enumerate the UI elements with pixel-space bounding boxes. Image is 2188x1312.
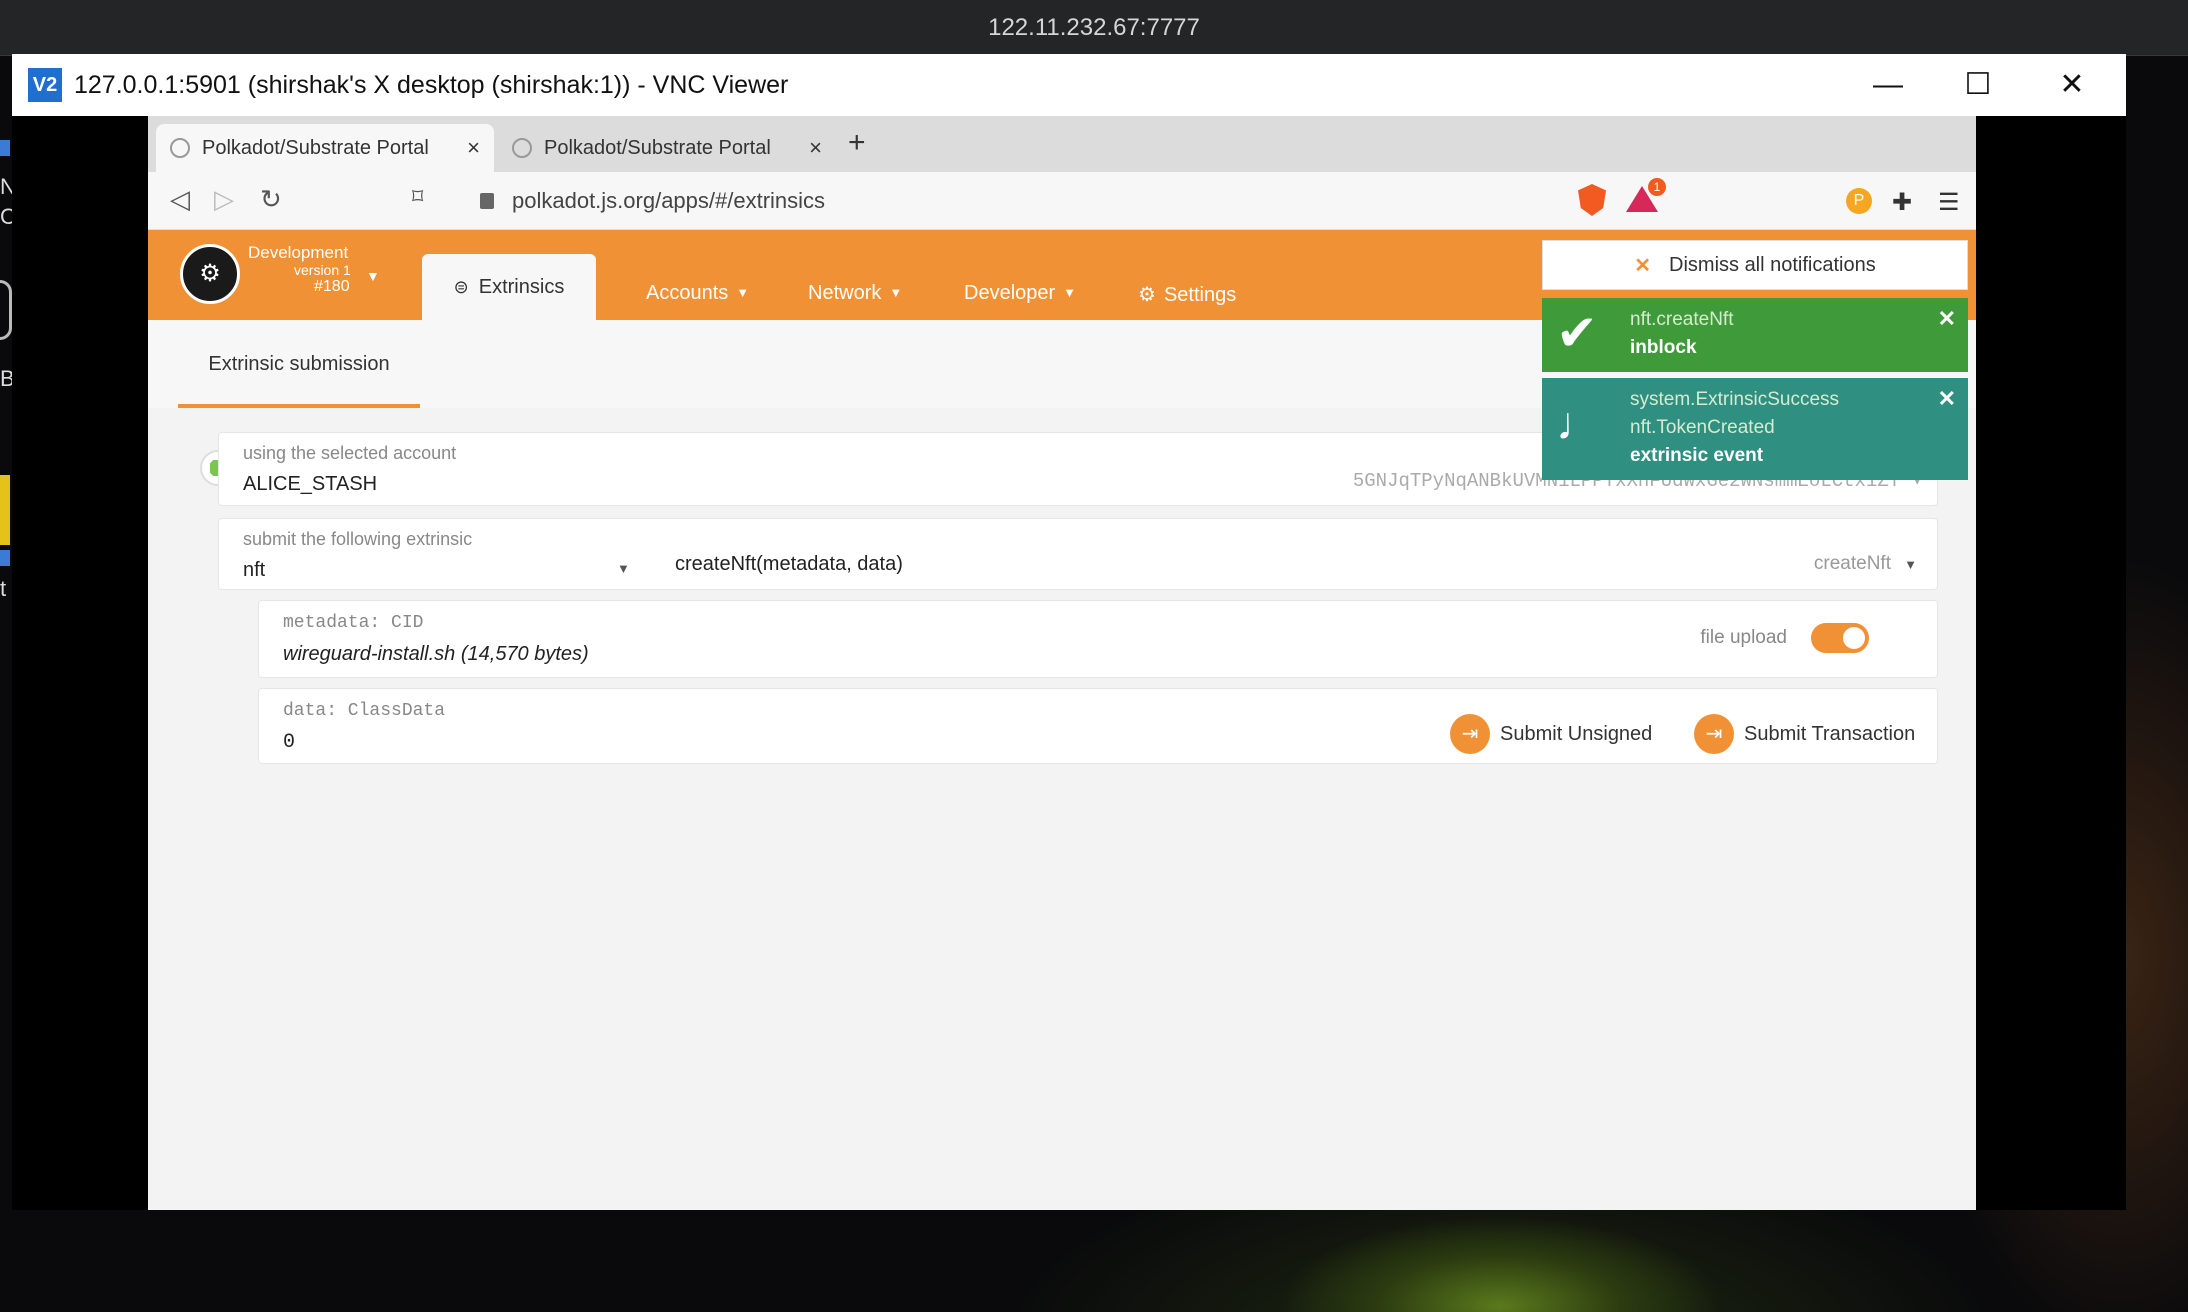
call-signature: createNft(metadata, data)	[675, 553, 903, 575]
chevron-down-icon: ▼	[889, 285, 903, 300]
submit-transaction-button[interactable]: ⇥ Submit Transaction	[1694, 714, 1915, 754]
nav-settings-label: Settings	[1163, 284, 1237, 306]
desktop-title: 122.11.232.67:7777	[988, 14, 1200, 41]
chevron-down-icon[interactable]: ▼	[366, 268, 380, 284]
module-value: nft	[243, 559, 266, 581]
notification-status: extrinsic event	[1630, 445, 1764, 466]
module-dropdown[interactable]: nft ▼	[219, 519, 639, 591]
notification-title: system.ExtrinsicSuccess	[1630, 389, 1840, 410]
chain-logo-icon[interactable]: ⚙	[180, 244, 240, 304]
new-tab-button[interactable]: +	[848, 126, 866, 160]
nav-network[interactable]: Network ▼	[808, 282, 902, 305]
check-icon: ✔	[1556, 305, 1598, 361]
sign-in-icon: ⇥	[1694, 714, 1734, 754]
nav-network-label: Network	[808, 282, 882, 304]
submit-unsigned-label: Submit Unsigned	[1500, 722, 1653, 745]
notification-inblock: ✔ nft.createNft inblock ✕	[1542, 298, 1968, 372]
vnc-titlebar[interactable]: V2 127.0.0.1:5901 (shirshak's X desktop …	[12, 54, 2126, 116]
metadata-file[interactable]: wireguard-install.sh (14,570 bytes)	[283, 643, 589, 666]
metadata-label: metadata: CID	[283, 613, 424, 633]
notification-subtitle: nft.TokenCreated	[1630, 417, 1775, 438]
dismiss-all-notifications-button[interactable]: ✕ Dismiss all notifications	[1542, 240, 1968, 290]
desktop-left-edge: N C B t	[0, 130, 16, 601]
bookmark-icon[interactable]: ⌑	[412, 184, 423, 210]
lock-icon	[480, 193, 494, 209]
vnc-window-title: 127.0.0.1:5901 (shirshak's X desktop (sh…	[74, 70, 789, 99]
extrinsic-selector: submit the following extrinsic nft ▼ cre…	[218, 518, 1938, 590]
dismiss-label: Dismiss all notifications	[1669, 253, 1876, 276]
submit-transaction-label: Submit Transaction	[1744, 722, 1916, 745]
chevron-down-icon: ▼	[617, 561, 630, 576]
submit-unsigned-button[interactable]: ⇥ Submit Unsigned	[1450, 714, 1652, 754]
extrinsics-icon: ⊜	[453, 276, 469, 297]
data-label: data: ClassData	[283, 701, 446, 721]
reload-icon[interactable]: ↻	[260, 184, 282, 215]
close-window-button[interactable]: ✕	[2026, 54, 2118, 116]
ear-icon: ♩	[1556, 397, 1602, 449]
puzzle-icon[interactable]: ✚	[1892, 188, 1918, 216]
chevron-down-icon: ▼	[736, 285, 750, 300]
close-icon[interactable]: ✕	[1938, 306, 1956, 332]
metadata-param: metadata: CID wireguard-install.sh (14,5…	[258, 600, 1938, 678]
sign-in-icon: ⇥	[1450, 714, 1490, 754]
chain-block: #180	[314, 278, 350, 296]
account-name: ALICE_STASH	[243, 473, 378, 495]
brave-shield-icon[interactable]	[1578, 184, 1606, 216]
chain-info[interactable]: Development version 1 #180	[248, 243, 351, 296]
data-param: data: ClassData 0	[258, 688, 1938, 764]
menu-icon[interactable]: ☰	[1938, 188, 1964, 216]
desktop-icon[interactable]	[0, 140, 10, 156]
nav-developer[interactable]: Developer ▼	[964, 282, 1076, 305]
tab-extrinsics-label: Extrinsics	[478, 275, 565, 298]
call-dropdown[interactable]: createNft(metadata, data) createNft ▼	[649, 519, 1935, 591]
polkadot-favicon-icon	[512, 138, 532, 158]
back-icon[interactable]: ◁	[170, 184, 190, 215]
notification-status: inblock	[1630, 337, 1697, 358]
url-text: polkadot.js.org/apps/#/extrinsics	[512, 188, 826, 213]
close-tab-icon[interactable]: ×	[809, 135, 822, 161]
tab-label: Polkadot/Substrate Portal	[202, 136, 429, 159]
browser-tab-bar: Polkadot/Substrate Portal × Polkadot/Sub…	[148, 116, 1976, 172]
nav-developer-label: Developer	[964, 282, 1056, 304]
desktop-icon[interactable]	[0, 280, 12, 340]
nav-settings[interactable]: ⚙ Settings	[1138, 282, 1236, 307]
close-icon: ✕	[1634, 254, 1652, 277]
method-name: createNft	[1813, 553, 1891, 574]
vnc-logo-icon: V2	[28, 68, 62, 102]
desktop-icon[interactable]	[0, 550, 10, 566]
notification-event: ♩ system.ExtrinsicSuccess nft.TokenCreat…	[1542, 378, 1968, 480]
forward-icon[interactable]: ▷	[214, 184, 234, 215]
polkadot-favicon-icon	[170, 138, 190, 158]
tab-extrinsic-submission[interactable]: Extrinsic submission	[178, 320, 420, 408]
minimize-button[interactable]: —	[1842, 54, 1934, 116]
maximize-button[interactable]: ☐	[1932, 54, 2024, 116]
chain-name: Development	[248, 243, 349, 262]
data-value-input[interactable]: 0	[283, 731, 295, 754]
desktop-glyph: t	[0, 576, 7, 601]
close-icon[interactable]: ✕	[1938, 386, 1956, 412]
chevron-down-icon: ▼	[1063, 285, 1077, 300]
nav-accounts-label: Accounts	[646, 282, 729, 304]
browser-tab[interactable]: Polkadot/Substrate Portal ×	[498, 124, 836, 172]
close-tab-icon[interactable]: ×	[467, 135, 480, 161]
browser-tab[interactable]: Polkadot/Substrate Portal ×	[156, 124, 494, 172]
rewards-badge: 1	[1648, 178, 1666, 196]
notification-title: nft.createNft	[1630, 309, 1734, 330]
browser-toolbar: ◁ ▷ ↻ ⌑ polkadot.js.org/apps/#/extrinsic…	[148, 172, 1976, 230]
account-label: using the selected account	[243, 443, 457, 463]
file-upload-toggle[interactable]	[1811, 623, 1869, 653]
nav-accounts[interactable]: Accounts ▼	[646, 282, 749, 305]
remote-browser: Polkadot/Substrate Portal × Polkadot/Sub…	[148, 116, 1976, 1210]
brave-rewards-icon[interactable]: 1	[1626, 178, 1666, 212]
desktop-title-bar: 122.11.232.67:7777	[0, 0, 2188, 56]
chain-version: version 1	[294, 261, 351, 278]
extension-p-icon[interactable]: P	[1846, 188, 1872, 214]
gear-icon: ⚙	[1138, 284, 1156, 306]
address-bar[interactable]: polkadot.js.org/apps/#/extrinsics	[466, 180, 1576, 222]
chevron-down-icon: ▼	[1904, 557, 1917, 572]
tab-label: Polkadot/Substrate Portal	[544, 136, 771, 159]
desktop-icon[interactable]	[0, 475, 10, 545]
tab-extrinsics[interactable]: ⊜ Extrinsics	[422, 254, 596, 320]
file-upload-label: file upload	[1700, 627, 1787, 648]
